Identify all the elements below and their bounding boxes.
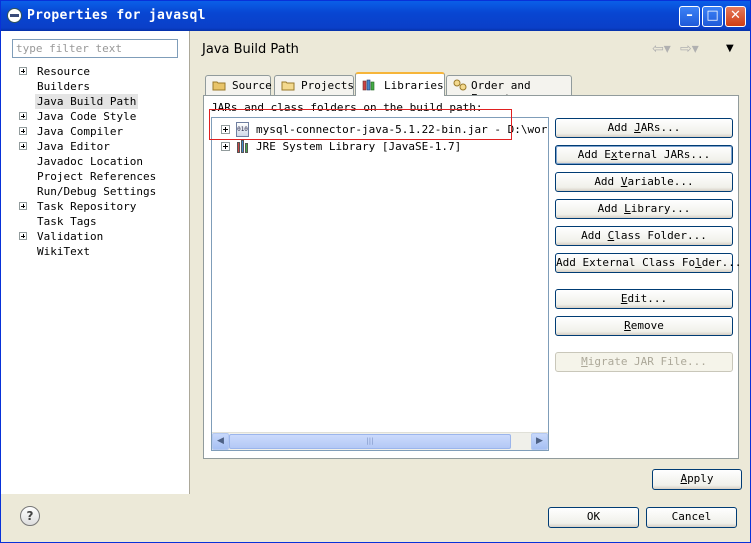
order-export-icon bbox=[453, 79, 467, 91]
minimize-icon: – bbox=[686, 8, 693, 23]
back-arrow-icon[interactable]: ⇦▾ bbox=[652, 41, 672, 57]
tree-item-label: Java Editor bbox=[37, 140, 110, 153]
window-title: Properties for javasql bbox=[27, 8, 206, 23]
add-external-jars-button[interactable]: Add External JARs... bbox=[555, 145, 733, 165]
minimize-button[interactable]: – bbox=[679, 6, 700, 27]
page-title: Java Build Path bbox=[202, 42, 299, 57]
tree-item-label: Resource bbox=[37, 65, 90, 78]
tree-item-label: Project References bbox=[37, 170, 157, 183]
tree-item-label: Task Tags bbox=[37, 215, 97, 228]
ok-button[interactable]: OK bbox=[548, 507, 639, 528]
remove-button[interactable]: Remove bbox=[555, 316, 733, 336]
tree-item-label: WikiText bbox=[37, 245, 90, 258]
tree-item-label: Validation bbox=[37, 230, 104, 243]
tree-item-label: Javadoc Location bbox=[37, 155, 143, 168]
expand-icon[interactable] bbox=[19, 232, 27, 240]
filter-input[interactable]: type filter text bbox=[12, 39, 178, 58]
project-folder-icon bbox=[281, 81, 295, 91]
app-icon bbox=[7, 8, 22, 23]
source-folder-icon bbox=[212, 81, 226, 91]
tree-item-label: Java Build Path bbox=[35, 94, 139, 109]
edit-button[interactable]: Edit... bbox=[555, 289, 733, 309]
tree-item-label: Java Code Style bbox=[37, 110, 137, 123]
properties-dialog: Properties for javasql – □ ✕ type filter… bbox=[0, 0, 751, 543]
tree-item-label: Java Compiler bbox=[37, 125, 124, 138]
tab-projects[interactable]: Projects bbox=[274, 75, 354, 95]
scroll-thumb[interactable]: ||| bbox=[229, 434, 511, 449]
add-external-class-folder-button[interactable]: Add External Class Folder... bbox=[555, 253, 741, 273]
close-button[interactable]: ✕ bbox=[725, 6, 746, 27]
tree-item-label: Builders bbox=[37, 80, 90, 93]
add-library-button[interactable]: Add Library... bbox=[555, 199, 733, 219]
migrate-jar-file-button[interactable]: Migrate JAR File... bbox=[555, 352, 733, 372]
forward-arrow-icon[interactable]: ⇨▾ bbox=[680, 41, 700, 57]
close-icon: ✕ bbox=[730, 8, 741, 23]
title-bar[interactable]: Properties for javasql – □ ✕ bbox=[1, 1, 750, 31]
view-menu-icon[interactable]: ▼ bbox=[726, 43, 734, 54]
highlight-annotation bbox=[209, 109, 512, 140]
add-variable-button[interactable]: Add Variable... bbox=[555, 172, 733, 192]
history-nav: ⇦▾ ⇨▾ bbox=[652, 41, 700, 57]
category-panel: type filter text Resource Builders Java Bu… bbox=[1, 31, 190, 494]
horizontal-scrollbar[interactable]: ◀ ||| ▶ bbox=[212, 432, 548, 450]
tree-item-label: Run/Debug Settings bbox=[37, 185, 157, 198]
expand-icon[interactable] bbox=[19, 67, 27, 75]
scroll-right-icon[interactable]: ▶ bbox=[531, 433, 548, 450]
library-icon bbox=[236, 140, 252, 153]
dialog-footer: ? OK Cancel bbox=[1, 494, 750, 542]
cancel-button[interactable]: Cancel bbox=[646, 507, 737, 528]
expand-icon[interactable] bbox=[221, 142, 230, 151]
build-path-tree[interactable]: 010 mysql-connector-java-5.1.22-bin.jar … bbox=[211, 117, 549, 451]
tree-item-label: Task Repository bbox=[37, 200, 137, 213]
expand-icon[interactable] bbox=[19, 127, 27, 135]
tab-source[interactable]: Source bbox=[205, 75, 272, 95]
maximize-icon: □ bbox=[706, 8, 719, 23]
expand-icon[interactable] bbox=[19, 142, 27, 150]
scroll-left-icon[interactable]: ◀ bbox=[212, 433, 229, 450]
expand-icon[interactable] bbox=[19, 202, 27, 210]
libraries-icon bbox=[362, 79, 375, 91]
expand-icon[interactable] bbox=[19, 112, 27, 120]
tab-libraries[interactable]: Libraries bbox=[355, 72, 445, 96]
add-class-folder-button[interactable]: Add Class Folder... bbox=[555, 226, 733, 246]
tab-order-and-export[interactable]: Order and Export bbox=[446, 75, 572, 105]
maximize-button[interactable]: □ bbox=[702, 6, 723, 27]
add-jars-button[interactable]: Add JARs... bbox=[555, 118, 733, 138]
apply-button[interactable]: Apply bbox=[652, 469, 742, 490]
help-icon[interactable]: ? bbox=[20, 506, 40, 526]
